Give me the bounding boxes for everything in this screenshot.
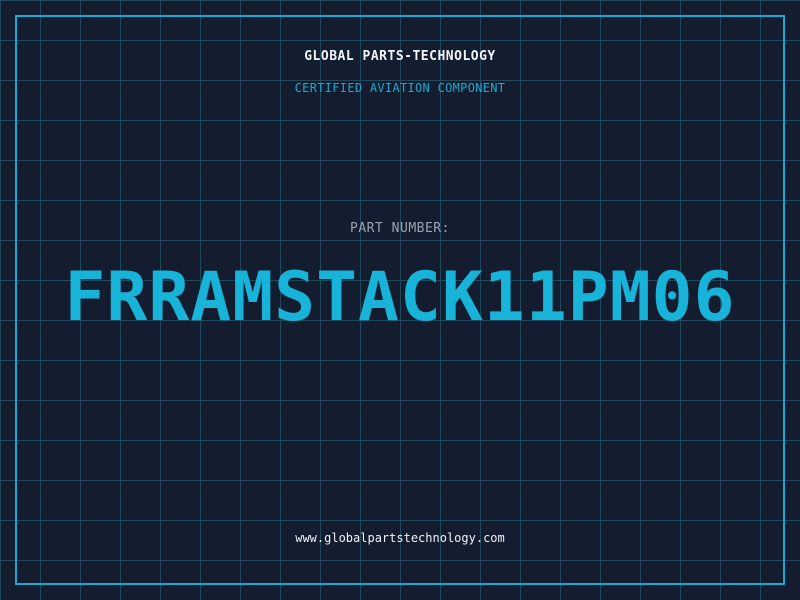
website-text: www.globalpartstechnology.com [295, 531, 505, 545]
part-number-label: PART NUMBER: [350, 221, 450, 236]
part-number-value: FRRAMSTACK11PM06 [64, 258, 736, 337]
brand-subtitle: CERTIFIED AVIATION COMPONENT [294, 81, 506, 95]
brand-title: GLOBAL PARTS-TECHNOLOGY [304, 49, 496, 64]
